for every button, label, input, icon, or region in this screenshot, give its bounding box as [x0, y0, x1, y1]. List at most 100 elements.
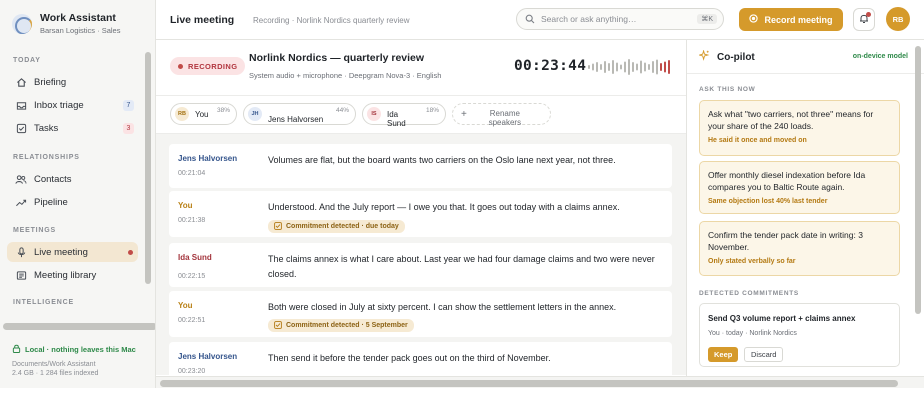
waveform-bar	[668, 60, 670, 74]
waveform-bar	[664, 61, 666, 73]
recording-status-badge: RECORDING	[170, 57, 246, 75]
transcript-row[interactable]: Jens Halvorsen 00:23:20 Then send it bef…	[169, 342, 672, 375]
brand: Work Assistant Barsan Logistics · Sales	[12, 12, 120, 37]
live-indicator-dot	[128, 249, 133, 255]
sidebar-item-tasks[interactable]: Tasks 3	[7, 118, 138, 138]
meeting-header: RECORDING Norlink Nordics — quarterly re…	[156, 40, 686, 96]
sidebar-item-pipeline[interactable]: Pipeline	[7, 192, 138, 212]
copilot-header: Co-pilot on-device model	[687, 40, 924, 74]
ask-note: Same objection lost 40% last tender	[708, 198, 828, 205]
commitment-card: Send Q3 volume report + claims annex You…	[699, 303, 900, 367]
waveform-bar	[648, 64, 650, 70]
section-title-meetings: Meetings	[13, 227, 56, 234]
commitment-tag[interactable]: Commitment detected · 5 September	[268, 319, 414, 332]
window-bottom-area	[0, 388, 924, 404]
speaker-chip-ida[interactable]: IS Ida Sund 18%	[362, 103, 446, 128]
waveform-bar	[636, 63, 638, 71]
speaker-avatar: RB	[175, 107, 189, 121]
search-shortcut-hint: ⌘K	[697, 14, 717, 24]
sidebar: Work Assistant Barsan Logistics · Sales …	[0, 0, 156, 388]
record-meeting-label: Record meeting	[764, 14, 833, 25]
transcript-time: 00:21:04	[178, 170, 206, 177]
commitment-tag[interactable]: Commitment detected · due today	[268, 220, 405, 233]
waveform-bar	[644, 62, 646, 72]
ask-suggestion-card[interactable]: Offer monthly diesel indexation before I…	[699, 161, 900, 214]
transcript-speaker: You	[178, 201, 193, 210]
copilot-title: Co-pilot	[697, 49, 755, 64]
transcript-row[interactable]: Jens Halvorsen 00:21:04 Volumes are flat…	[169, 144, 672, 188]
waveform-bar	[628, 59, 630, 75]
inbox-count-badge: 7	[123, 99, 134, 111]
sidebar-item-label: Meeting library	[34, 269, 97, 281]
user-avatar[interactable]: RB	[886, 7, 910, 31]
sidebar-item-label: Contacts	[34, 173, 72, 185]
waveform-bar	[620, 64, 622, 70]
waveform-bar	[608, 63, 610, 71]
transcript-time: 00:22:51	[178, 317, 206, 324]
model-badge: on-device model	[852, 53, 908, 60]
speaker-chip-you[interactable]: RB You 38%	[170, 103, 237, 125]
waveform-bar	[660, 63, 662, 71]
ask-suggestion-card[interactable]: Ask what "two carriers, not three" means…	[699, 100, 900, 156]
main-horizontal-scrollbar-track	[156, 376, 924, 388]
notifications-button[interactable]	[853, 8, 875, 31]
speaker-avatar: IS	[367, 107, 381, 121]
transcript-row[interactable]: Ida Sund 00:22:15 The claims annex is wh…	[169, 243, 672, 287]
section-title-intelligence: Intelligence	[13, 299, 74, 306]
rename-speakers-button[interactable]: + Rename speakers	[452, 103, 551, 127]
speaker-name: You	[195, 109, 209, 119]
speaker-avatar: JH	[248, 107, 262, 121]
transcript-time: 00:21:38	[178, 217, 206, 224]
speaker-name: Ida Sund	[387, 110, 406, 128]
meeting-title: Norlink Nordics — quarterly review	[249, 52, 425, 64]
search-box[interactable]: ⌘K	[516, 8, 724, 30]
sidebar-horizontal-scrollbar[interactable]	[3, 323, 155, 330]
sidebar-item-meeting-library[interactable]: Meeting library	[7, 265, 138, 285]
speaker-chips: RB You 38% JH Jens Halvorsen 44% IS Ida …	[156, 96, 686, 134]
sparkle-icon	[697, 49, 710, 64]
section-title-relationships: Relationships	[13, 154, 80, 161]
transcript-speaker: Jens Halvorsen	[178, 352, 238, 361]
sidebar-item-contacts[interactable]: Contacts	[7, 169, 138, 189]
inbox-icon	[15, 99, 27, 111]
recording-status-text: RECORDING	[188, 61, 238, 71]
app-name: Work Assistant	[40, 12, 116, 24]
transcript-text: Understood. And the July report — I owe …	[268, 202, 620, 212]
waveform-bar	[616, 62, 618, 72]
transcript-speaker: You	[178, 301, 193, 310]
ask-suggestion-card[interactable]: Confirm the tender pack date in writing:…	[699, 221, 900, 276]
commitment-tag-text: Commitment detected · due today	[286, 223, 399, 230]
org-name: Barsan Logistics · Sales	[40, 26, 121, 35]
ask-section-title: Ask this now	[699, 86, 756, 93]
transcript-row[interactable]: You 00:21:38 Understood. And the July re…	[169, 191, 672, 237]
keep-button[interactable]: Keep	[708, 347, 739, 362]
transcript-speaker: Ida Sund	[178, 253, 212, 262]
sidebar-item-inbox-triage[interactable]: Inbox triage 7	[7, 95, 138, 115]
main-horizontal-scrollbar[interactable]	[160, 380, 898, 387]
sidebar-item-label: Inbox triage	[34, 99, 84, 111]
sidebar-item-briefing[interactable]: Briefing	[7, 72, 138, 92]
audio-waveform-icon	[588, 59, 670, 75]
transcript-speaker: Jens Halvorsen	[178, 154, 238, 163]
copilot-scrollbar[interactable]	[915, 46, 921, 314]
sidebar-vertical-scrollbar[interactable]	[145, 52, 151, 284]
speaker-chip-jens[interactable]: JH Jens Halvorsen 44%	[243, 103, 356, 125]
sidebar-item-live-meeting[interactable]: Live meeting	[7, 242, 138, 262]
transcript-text: Both were closed in July at sixty percen…	[268, 302, 617, 312]
commitment-tag-text: Commitment detected · 5 September	[286, 322, 408, 329]
transcript-time: 00:23:20	[178, 368, 206, 375]
search-input[interactable]	[541, 14, 681, 24]
transcript-row[interactable]: You 00:22:51 Both were closed in July at…	[169, 291, 672, 337]
ask-question: Offer monthly diesel indexation before I…	[708, 170, 866, 192]
ask-question: Confirm the tender pack date in writing:…	[708, 230, 863, 252]
local-privacy-status: Local · nothing leaves this Mac	[12, 344, 136, 355]
library-icon	[15, 269, 27, 281]
recording-dot	[178, 63, 183, 69]
sidebar-item-label: Tasks	[34, 122, 59, 134]
record-meeting-button[interactable]: Record meeting	[739, 8, 843, 31]
commitment-title: Send Q3 volume report + claims annex	[708, 314, 856, 323]
transcript-text: Volumes are flat, but the board wants tw…	[268, 155, 616, 165]
tasks-count-badge: 3	[123, 122, 134, 134]
discard-button[interactable]: Discard	[744, 347, 784, 362]
notification-dot	[866, 12, 871, 17]
